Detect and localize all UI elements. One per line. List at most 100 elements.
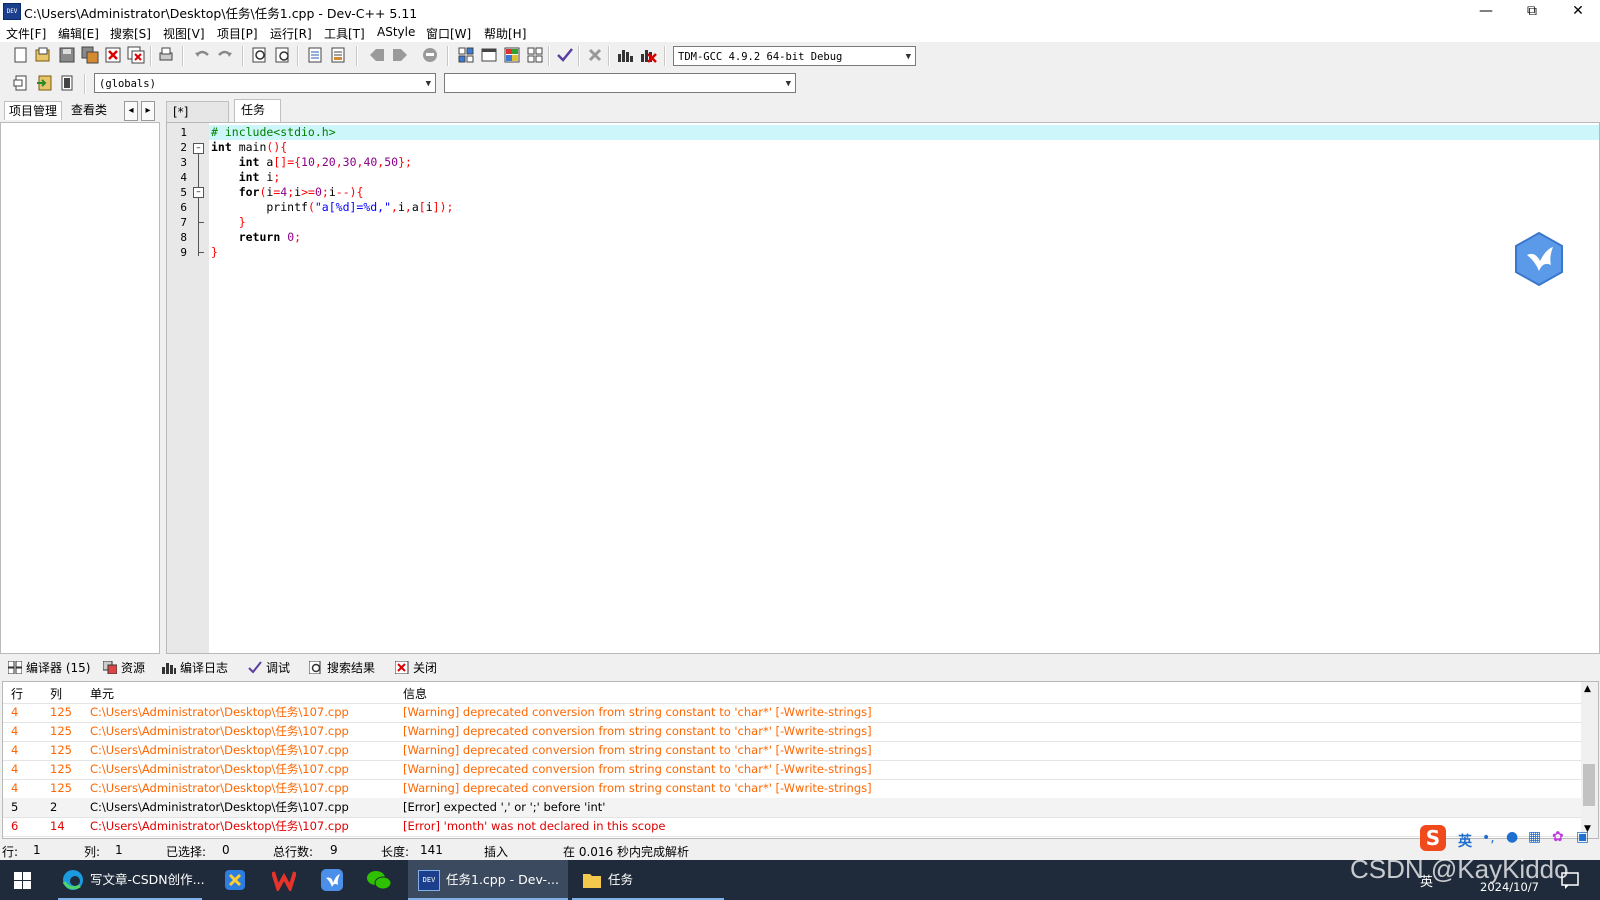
chevron-down-icon: ▼ (785, 79, 791, 89)
indent-icon[interactable] (306, 46, 324, 64)
cell-unit: C:\Users\Administrator\Desktop\任务\107.cp… (90, 819, 349, 833)
replace-icon[interactable] (274, 46, 292, 64)
line-number: 2 (180, 141, 187, 154)
menu-project[interactable]: 项目[P] (217, 25, 258, 42)
menu-file[interactable]: 文件[F] (6, 25, 46, 42)
save-icon[interactable] (58, 46, 76, 64)
ime-language[interactable]: 英 (1458, 831, 1472, 851)
tab-resources[interactable]: 资源 (103, 659, 145, 677)
scope-select[interactable]: (globals) ▼ (94, 73, 436, 93)
ime-punctuation-icon[interactable]: •, (1482, 830, 1495, 846)
tab-scroll-left-icon[interactable]: ◂ (124, 101, 138, 121)
header-info[interactable]: 信息 (403, 685, 427, 702)
header-unit[interactable]: 单元 (90, 685, 114, 702)
bookmarks-icon[interactable] (58, 74, 76, 92)
menu-run[interactable]: 运行[R] (270, 25, 312, 42)
table-row[interactable]: 4 125 C:\Users\Administrator\Desktop\任务\10… (3, 722, 1583, 742)
tab-search-results-label: 搜索结果 (327, 661, 376, 675)
goto-line-icon[interactable] (421, 46, 439, 64)
tab-compile-log[interactable]: 编译日志 (162, 659, 228, 677)
tab-close[interactable]: 关闭 (395, 659, 437, 677)
search-results-icon (309, 661, 321, 674)
taskbar-devcpp[interactable]: DEV 任务1.cpp - Dev-... (408, 860, 568, 900)
menu-help[interactable]: 帮助[H] (484, 25, 526, 42)
undo-icon[interactable] (193, 46, 211, 64)
profile-chart-icon[interactable] (616, 46, 634, 64)
window-icon[interactable] (480, 46, 498, 64)
windows-start-icon[interactable] (14, 872, 31, 889)
minimize-icon[interactable]: — (1463, 0, 1509, 22)
keyboard-icon[interactable]: ▦ (1528, 829, 1541, 845)
code-editor[interactable]: 1 2 3 4 5 6 7 8 9 – – # include<stdio.h>… (166, 122, 1600, 654)
menu-astyle[interactable]: AStyle (377, 25, 415, 39)
cell-column: 125 (50, 762, 72, 776)
new-project-icon[interactable] (457, 46, 475, 64)
tab-search-results[interactable]: 搜索结果 (309, 659, 375, 677)
find-icon[interactable] (251, 46, 269, 64)
save-all-icon[interactable] (81, 46, 99, 64)
taskbar-folder-task[interactable]: 任务 (572, 860, 724, 900)
cell-line: 6 (11, 819, 19, 833)
new-file-icon[interactable] (12, 46, 30, 64)
code-line-2: int main(){ (211, 140, 288, 154)
sogou-ime-logo[interactable]: S (1420, 825, 1446, 851)
messages-scrollbar[interactable]: ▲ ▼ (1581, 682, 1598, 838)
tab-project-manager[interactable]: 项目管理 (4, 101, 63, 120)
stop-icon[interactable] (586, 46, 604, 64)
status-col-label: 列: (84, 845, 101, 859)
menu-edit[interactable]: 编辑[E] (58, 25, 99, 42)
header-column[interactable]: 列 (50, 685, 62, 702)
close-all-icon[interactable] (127, 46, 145, 64)
fold-toggle-icon[interactable]: – (193, 143, 204, 154)
wechat-icon[interactable] (366, 869, 392, 891)
menu-search[interactable]: 搜索[S] (110, 25, 151, 42)
scroll-up-icon[interactable]: ▲ (1584, 684, 1591, 694)
project-tree[interactable] (0, 122, 160, 654)
table-row[interactable]: 4 125 C:\Users\Administrator\Desktop\任务\10… (3, 703, 1583, 723)
microphone-icon[interactable]: ● (1506, 829, 1518, 845)
member-select[interactable]: ▼ (444, 73, 796, 93)
insert-icon[interactable] (12, 74, 30, 92)
restore-icon[interactable]: ⧉ (1509, 0, 1555, 22)
floating-bird-app-icon[interactable] (1513, 231, 1565, 287)
table-row[interactable]: 4 125 C:\Users\Administrator\Desktop\任务\10… (3, 760, 1583, 780)
header-line[interactable]: 行 (11, 685, 23, 702)
taskbar-edge-csdn[interactable]: 写文章-CSDN创作... (52, 860, 208, 900)
menu-tools[interactable]: 工具[T] (324, 25, 365, 42)
unindent-icon[interactable] (329, 46, 347, 64)
goto-bookmark-icon[interactable] (391, 46, 409, 64)
compiler-select-value: TDM-GCC 4.9.2 64-bit Debug (678, 51, 843, 63)
delete-profile-icon[interactable] (639, 46, 657, 64)
table-row[interactable]: 5 2 C:\Users\Administrator\Desktop\任务\107.… (3, 798, 1583, 818)
close-file-icon[interactable] (104, 46, 122, 64)
table-row[interactable]: 6 14 C:\Users\Administrator\Desktop\任务\107… (3, 817, 1583, 837)
print-icon[interactable] (157, 46, 175, 64)
compiler-select[interactable]: TDM-GCC 4.9.2 64-bit Debug ▼ (673, 46, 916, 66)
tile-icon[interactable] (526, 46, 544, 64)
menu-view[interactable]: 视图[V] (163, 25, 205, 42)
ime-menu-grid-icon[interactable]: ▣ (1576, 829, 1589, 845)
redo-icon[interactable] (216, 46, 234, 64)
wps-office-icon[interactable] (272, 869, 296, 891)
fold-toggle-icon[interactable]: – (193, 187, 204, 198)
menu-window[interactable]: 窗口[W] (426, 25, 471, 42)
status-row-value: 1 (33, 843, 41, 857)
class-browser-icon[interactable] (503, 46, 521, 64)
close-icon[interactable]: ✕ (1555, 0, 1600, 22)
tab-task1-cpp[interactable]: 任务1.cpp (234, 99, 282, 137)
scrollbar-thumb[interactable] (1583, 764, 1595, 806)
table-row[interactable]: 4 125 C:\Users\Administrator\Desktop\任务\10… (3, 779, 1583, 799)
table-row[interactable]: 4 125 C:\Users\Administrator\Desktop\任务\10… (3, 741, 1583, 761)
bird-messenger-icon[interactable] (320, 868, 344, 892)
open-file-icon[interactable] (34, 46, 52, 64)
toggle-bookmark-icon[interactable] (368, 46, 386, 64)
check-syntax-icon[interactable] (556, 46, 574, 64)
skin-icon[interactable]: ✿ (1552, 829, 1564, 845)
app-launcher-icon[interactable] (224, 869, 246, 891)
tab-class-browser[interactable]: 查看类 (67, 101, 111, 119)
tab-debug[interactable]: 调试 (248, 659, 290, 677)
tab-scroll-right-icon[interactable]: ▸ (141, 101, 155, 121)
tab-107-cpp[interactable]: [*] 107.cpp (166, 101, 229, 139)
toggle-comment-icon[interactable] (35, 74, 53, 92)
tab-compiler[interactable]: 编译器 (15) (8, 659, 90, 677)
